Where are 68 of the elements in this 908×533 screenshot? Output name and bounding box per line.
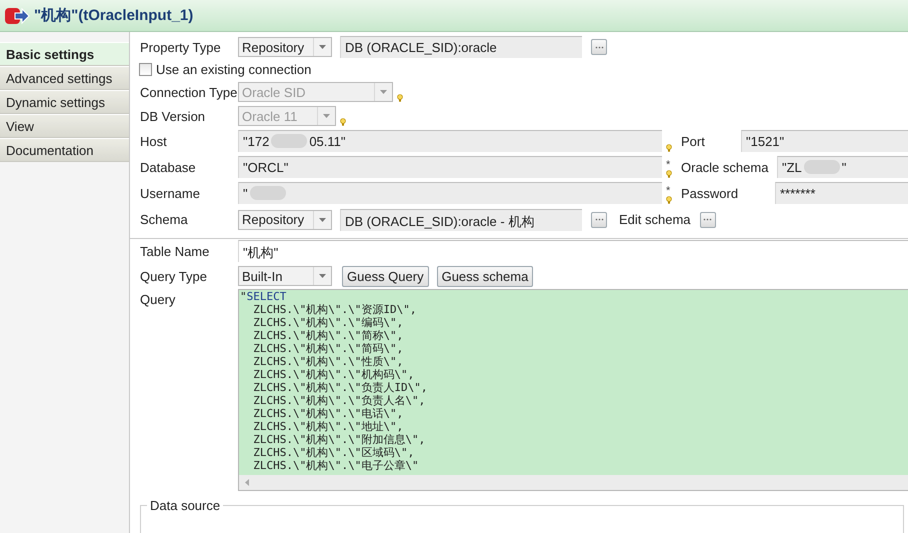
field-label: Query bbox=[140, 291, 176, 307]
field-label: DB Version bbox=[140, 108, 206, 124]
code-line: ZLCHS.\"机构\".\"负责人名\", bbox=[252, 394, 426, 407]
caret-icon bbox=[380, 90, 387, 94]
database-field[interactable]: "ORCL" bbox=[238, 156, 662, 178]
query-editor[interactable] bbox=[238, 289, 908, 491]
field-label: Property Type bbox=[140, 40, 222, 54]
code-line: "SELECT bbox=[240, 290, 288, 303]
checkbox-label: Use an existing connection bbox=[156, 62, 312, 76]
code-line: ZLCHS.\"机构\".\"机构码\", bbox=[252, 368, 416, 381]
port-field[interactable]: "1521" bbox=[741, 130, 908, 152]
component-icon bbox=[4, 6, 30, 24]
code-line: ZLCHS.\"机构\".\"地址\", bbox=[252, 420, 404, 433]
field-label: Password bbox=[681, 186, 740, 200]
repository-field[interactable]: DB (ORACLE_SID):oracle - 机构 bbox=[340, 208, 582, 230]
guess-button[interactable]: Guess Query bbox=[342, 266, 429, 286]
ellipsis-icon bbox=[703, 218, 712, 221]
left-arrow-icon[interactable] bbox=[245, 479, 250, 486]
sidebar-tab[interactable]: Advanced settings bbox=[0, 66, 129, 90]
oracle-schema-field[interactable]: "ZL " bbox=[777, 156, 908, 178]
schema-dropdown[interactable]: Repository bbox=[238, 210, 332, 230]
field-label: Oracle schema bbox=[681, 160, 770, 174]
ellipsis-icon bbox=[594, 218, 604, 221]
host-field[interactable]: "172 05.11" bbox=[238, 130, 662, 152]
table-name-field[interactable]: "机构" bbox=[238, 240, 908, 262]
field-label: Query Type bbox=[140, 268, 208, 284]
code-line: ZLCHS.\"机构\".\"附加信息\", bbox=[252, 433, 426, 446]
code-line: ZLCHS.\"机构\".\"资源ID\", bbox=[252, 303, 418, 316]
field-label: Connection Type bbox=[140, 84, 238, 100]
caret-icon bbox=[323, 114, 330, 118]
field-label: Host bbox=[140, 134, 168, 148]
group-title: Data source bbox=[147, 498, 224, 513]
browse-button[interactable] bbox=[591, 212, 607, 228]
caret-icon bbox=[319, 45, 326, 49]
code-line: ZLCHS.\"机构\".\"电话\", bbox=[252, 407, 404, 420]
caret-icon bbox=[319, 274, 326, 278]
code-line: ZLCHS.\"机构\".\"简称\", bbox=[252, 329, 404, 342]
code-line: ZLCHS.\"机构\".\"区域码\", bbox=[252, 446, 416, 459]
sidebar-tab[interactable]: Basic settings bbox=[0, 42, 129, 66]
guess-button[interactable]: Guess schema bbox=[436, 266, 534, 286]
field-label: Port bbox=[681, 134, 706, 148]
window-title: "机构"(tOracleInput_1) bbox=[34, 6, 194, 25]
caret-icon bbox=[319, 218, 326, 222]
checkbox[interactable] bbox=[139, 62, 152, 76]
code-line: ZLCHS.\"机构\".\"负责人ID\", bbox=[252, 381, 428, 394]
code-line: ZLCHS.\"机构\".\"简码\", bbox=[252, 342, 404, 355]
browse-button[interactable] bbox=[591, 39, 607, 55]
property-type-dropdown[interactable]: Repository bbox=[238, 37, 332, 57]
code-line: ZLCHS.\"机构\".\"电子公章\" bbox=[252, 459, 420, 472]
field-label: Database bbox=[140, 160, 197, 174]
username-field[interactable]: " bbox=[238, 182, 662, 204]
required-mark: * bbox=[666, 187, 670, 196]
query-type-dropdown[interactable]: Built-In bbox=[238, 266, 332, 286]
sidebar-tab[interactable]: View bbox=[0, 114, 129, 138]
horizontal-scrollbar[interactable] bbox=[239, 475, 908, 490]
sidebar-tab[interactable]: Documentation bbox=[0, 138, 129, 162]
code-line: ZLCHS.\"机构\".\"性质\", bbox=[252, 355, 404, 368]
required-mark: * bbox=[666, 161, 670, 170]
sidebar-tab[interactable]: Dynamic settings bbox=[0, 90, 129, 114]
field-label: Table Name bbox=[140, 244, 210, 258]
field-label: Edit schema bbox=[619, 212, 691, 227]
code-line: ZLCHS.\"机构\".\"编码\", bbox=[252, 316, 404, 329]
repository-field[interactable]: DB (ORACLE_SID):oracle bbox=[340, 36, 582, 58]
field-label: Username bbox=[140, 186, 201, 200]
ellipsis-icon bbox=[594, 46, 604, 48]
password-field[interactable]: ******* bbox=[775, 182, 908, 204]
field-label: Schema bbox=[140, 212, 189, 227]
edit-schema-button[interactable] bbox=[700, 212, 716, 228]
